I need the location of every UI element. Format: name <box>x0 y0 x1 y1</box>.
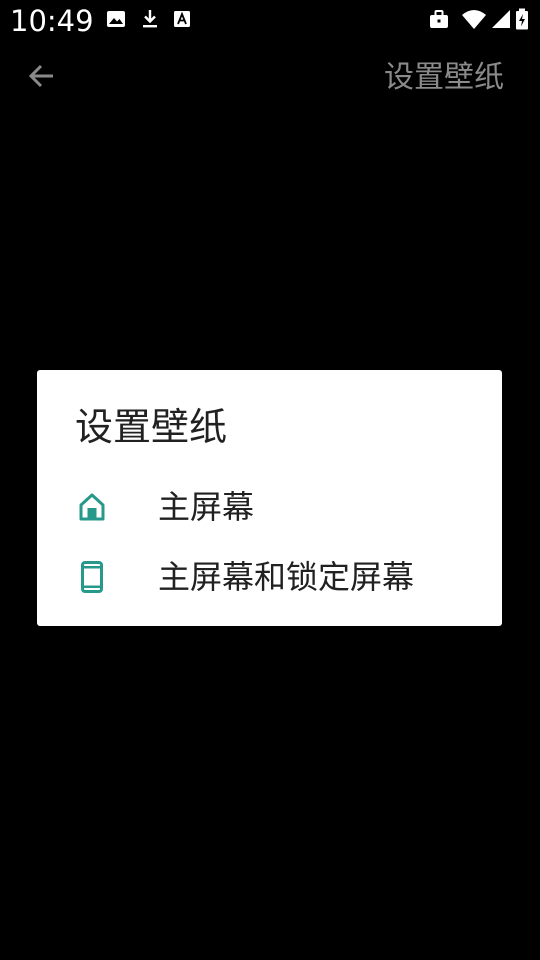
image-icon <box>105 8 127 30</box>
battery-icon <box>514 8 530 30</box>
option-home-and-lock-screen[interactable]: 主屏幕和锁定屏幕 <box>37 544 502 610</box>
status-bar: 10:49 <box>0 0 540 42</box>
arrow-left-icon <box>27 61 57 95</box>
download-icon <box>139 8 161 30</box>
signal-icon <box>490 8 512 30</box>
wifi-icon <box>461 8 487 30</box>
page-title: 设置壁纸 <box>384 60 504 95</box>
phone-icon <box>77 561 107 593</box>
status-time: 10:49 <box>10 4 94 38</box>
back-button[interactable] <box>20 56 64 100</box>
option-label: 主屏幕和锁定屏幕 <box>158 558 415 596</box>
set-wallpaper-dialog: 设置壁纸 主屏幕 主屏幕和锁定屏幕 <box>37 370 502 626</box>
briefcase-icon <box>428 8 450 30</box>
dialog-title: 设置壁纸 <box>75 405 228 449</box>
option-home-screen[interactable]: 主屏幕 <box>37 474 502 540</box>
option-label: 主屏幕 <box>158 488 255 526</box>
home-icon <box>77 491 107 523</box>
font-a-icon <box>171 8 193 30</box>
